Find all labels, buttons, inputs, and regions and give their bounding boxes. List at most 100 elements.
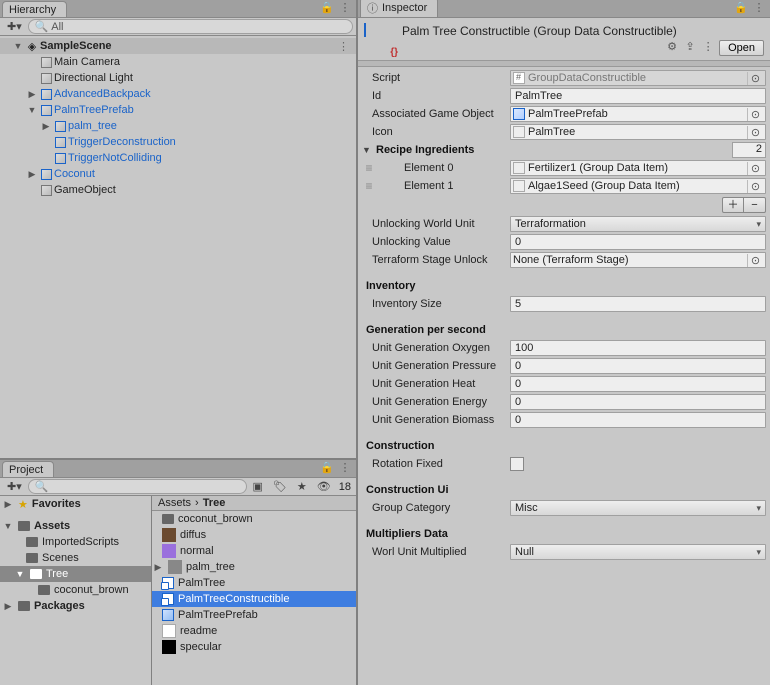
help-icon[interactable]: ⋮ <box>701 40 715 56</box>
rotation-fixed-checkbox[interactable] <box>510 457 524 471</box>
asset-row[interactable]: PalmTreePrefab <box>152 607 356 623</box>
foldout-icon[interactable]: ▶ <box>26 169 38 180</box>
folder-row[interactable]: coconut_brown <box>0 582 151 598</box>
object-picker-icon[interactable]: ⊙ <box>747 108 763 121</box>
create-dropdown[interactable]: ✚▾ <box>3 20 26 33</box>
unlock-value-field[interactable]: 0 <box>510 234 766 250</box>
asset-row[interactable]: coconut_brown <box>152 511 356 527</box>
asset-label: readme <box>180 625 217 637</box>
asset-row[interactable]: specular <box>152 639 356 655</box>
folder-row-selected[interactable]: ▼ Tree <box>0 566 151 582</box>
tree-row[interactable]: TriggerNotColliding <box>0 150 356 166</box>
foldout-icon[interactable]: ▼ <box>362 145 372 155</box>
list-remove-button[interactable]: − <box>744 197 766 213</box>
folder-row[interactable]: Scenes <box>0 550 151 566</box>
asset-label: diffus <box>180 529 206 541</box>
breadcrumb-item[interactable]: Assets <box>158 497 191 509</box>
asset-row[interactable]: PalmTree <box>152 575 356 591</box>
foldout-icon[interactable]: ▼ <box>2 521 14 531</box>
tree-row[interactable]: GameObject <box>0 182 356 198</box>
create-dropdown[interactable]: ✚▾ <box>3 480 26 493</box>
drag-handle-icon[interactable]: ≡ <box>362 179 376 193</box>
gen-biomass-field[interactable]: 0 <box>510 412 766 428</box>
object-picker-icon[interactable]: ⊙ <box>747 126 763 139</box>
preset-icon[interactable]: ⇪ <box>683 40 697 56</box>
list-add-button[interactable]: ＋ <box>722 197 744 213</box>
scene-row[interactable]: ▼ ◈ SampleScene ⋮ <box>0 38 356 54</box>
assoc-go-field[interactable]: PalmTreePrefab⊙ <box>510 106 766 122</box>
scene-menu-icon[interactable]: ⋮ <box>335 40 352 53</box>
foldout-icon[interactable]: ▶ <box>2 601 14 612</box>
tree-row[interactable]: Main Camera <box>0 54 356 70</box>
tree-row[interactable]: ▶ AdvancedBackpack <box>0 86 356 102</box>
object-picker-icon[interactable]: ⊙ <box>747 162 763 175</box>
search-by-type-icon[interactable]: ▣ <box>249 480 267 493</box>
object-picker-icon[interactable]: ⊙ <box>747 180 763 193</box>
icon-field[interactable]: PalmTree⊙ <box>510 124 766 140</box>
group-category-dropdown[interactable]: Misc▾ <box>510 500 766 516</box>
texture-icon <box>162 528 176 542</box>
worl-unit-dropdown[interactable]: Null▾ <box>510 544 766 560</box>
context-menu-icon[interactable]: ⋮ <box>752 1 766 14</box>
gen-pressure-field[interactable]: 0 <box>510 358 766 374</box>
recipe-count-field[interactable]: 2 <box>732 142 766 158</box>
item-label: Directional Light <box>54 72 133 84</box>
asset-main-icon[interactable] <box>364 24 396 56</box>
lock-icon[interactable]: 🔒 <box>734 1 748 14</box>
foldout-icon[interactable]: ▶ <box>40 121 52 132</box>
open-button[interactable]: Open <box>719 40 764 56</box>
tree-row[interactable]: ▶ Coconut <box>0 166 356 182</box>
element1-field[interactable]: Algae1Seed (Group Data Item)⊙ <box>510 178 766 194</box>
id-field[interactable]: PalmTree <box>510 88 766 104</box>
assets-row[interactable]: ▼ Assets <box>0 518 151 534</box>
hierarchy-tree: ▼ ◈ SampleScene ⋮ Main Camera Directiona… <box>0 36 356 200</box>
search-by-label-icon[interactable]: 🏷 <box>269 480 291 493</box>
label: Rotation Fixed <box>362 458 510 470</box>
favorites-row[interactable]: ▶ ★ Favorites <box>0 496 151 512</box>
asset-row[interactable]: normal <box>152 543 356 559</box>
hidden-toggle-icon[interactable]: 👁 <box>313 480 335 493</box>
breadcrumb-item[interactable]: Tree <box>203 497 226 509</box>
tab-hierarchy[interactable]: Hierarchy <box>2 1 67 17</box>
asset-row[interactable]: readme <box>152 623 356 639</box>
tab-project[interactable]: Project <box>2 461 54 477</box>
terrastage-field[interactable]: None (Terraform Stage)⊙ <box>510 252 766 268</box>
foldout-icon[interactable]: ▶ <box>152 562 164 573</box>
lock-icon[interactable]: 🔒 <box>320 461 334 474</box>
object-picker-icon[interactable]: ⊙ <box>747 254 763 267</box>
tree-row[interactable]: Directional Light <box>0 70 356 86</box>
project-search-input[interactable]: 🔍 <box>28 479 247 494</box>
element0-field[interactable]: Fertilizer1 (Group Data Item)⊙ <box>510 160 766 176</box>
value: Fertilizer1 (Group Data Item) <box>528 162 744 174</box>
tab-inspector[interactable]: ⓘ Inspector <box>360 0 438 17</box>
prefab-icon <box>38 86 54 102</box>
object-picker-icon[interactable]: ⊙ <box>747 72 763 85</box>
hierarchy-search-input[interactable]: 🔍 All <box>28 19 353 34</box>
packages-row[interactable]: ▶ Packages <box>0 598 151 614</box>
gen-oxygen-field[interactable]: 100 <box>510 340 766 356</box>
gen-energy-field[interactable]: 0 <box>510 394 766 410</box>
tree-row[interactable]: ▼ PalmTreePrefab <box>0 102 356 118</box>
save-search-icon[interactable]: ★ <box>293 480 311 493</box>
tree-row[interactable]: TriggerDeconstruction <box>0 134 356 150</box>
foldout-icon[interactable]: ▼ <box>14 569 26 579</box>
foldout-icon[interactable]: ▼ <box>12 41 24 51</box>
foldout-icon[interactable]: ▶ <box>26 89 38 100</box>
context-menu-icon[interactable]: ⋮ <box>338 1 352 14</box>
folder-row[interactable]: ImportedScripts <box>0 534 151 550</box>
packages-label: Packages <box>34 600 85 612</box>
foldout-icon[interactable]: ▶ <box>2 499 14 510</box>
asset-row[interactable]: diffus <box>152 527 356 543</box>
unlock-worldunit-dropdown[interactable]: Terraformation▾ <box>510 216 766 232</box>
tree-row[interactable]: ▶ palm_tree <box>0 118 356 134</box>
gen-heat-field[interactable]: 0 <box>510 376 766 392</box>
drag-handle-icon[interactable]: ≡ <box>362 161 376 175</box>
inventory-size-field[interactable]: 5 <box>510 296 766 312</box>
foldout-icon[interactable]: ▼ <box>26 105 38 115</box>
prop-recipe-header[interactable]: ▼ Recipe Ingredients 2 <box>362 141 766 159</box>
lock-icon[interactable]: 🔒 <box>320 1 334 14</box>
asset-row[interactable]: ▶palm_tree <box>152 559 356 575</box>
asset-row-selected[interactable]: PalmTreeConstructible <box>152 591 356 607</box>
context-menu-icon[interactable]: ⋮ <box>338 461 352 474</box>
addressable-icon[interactable]: ⚙ <box>665 40 679 56</box>
